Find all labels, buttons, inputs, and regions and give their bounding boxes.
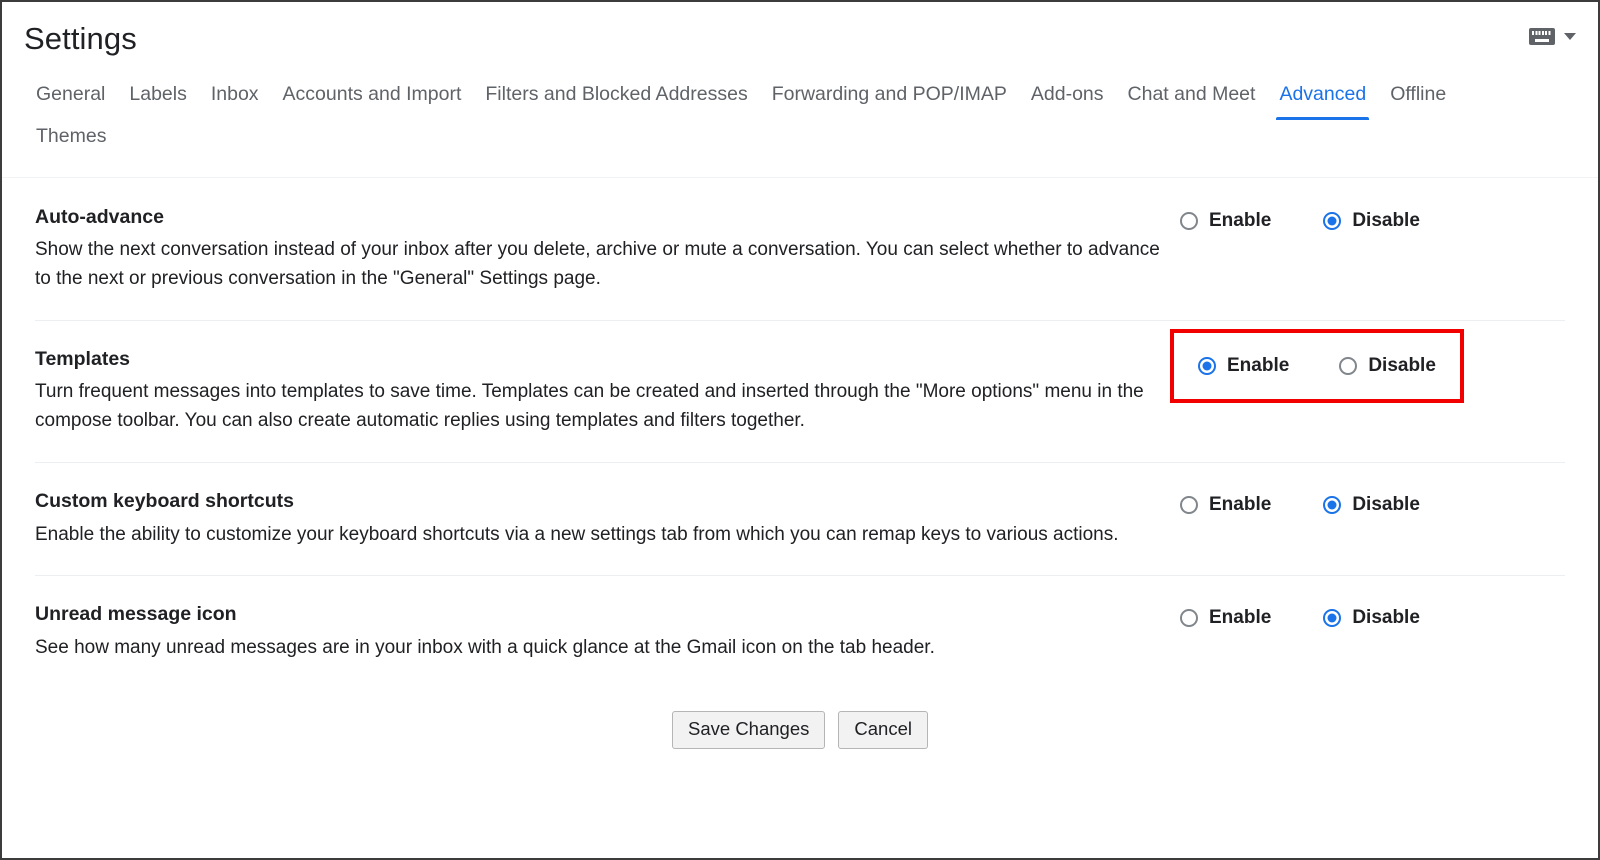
chevron-down-icon[interactable] [1564, 33, 1576, 40]
radio-templates-disable[interactable]: Disable [1339, 355, 1436, 377]
setting-description-templates: Turn frequent messages into templates to… [35, 381, 1144, 432]
settings-window: Settings General Labels Inbox Accounts and … [0, 0, 1600, 860]
radio-group-custom-keyboard-shortcuts: Enable Disable [1180, 489, 1420, 516]
setting-title-unread-message-icon: Unread message icon [35, 603, 237, 626]
setting-text-auto-advance: Auto-advance Show the next conversation i… [35, 205, 1170, 294]
radio-button-icon[interactable] [1180, 496, 1198, 515]
radio-unread-message-icon-disable[interactable]: Disable [1323, 607, 1420, 629]
page-title: Settings [24, 21, 137, 56]
setting-text-unread-message-icon: Unread message icon See how many unread m… [35, 602, 1170, 662]
radio-label: Enable [1209, 494, 1272, 516]
page-header: Settings [2, 2, 1598, 57]
radio-label: Enable [1227, 355, 1290, 377]
setting-row-unread-message-icon: Unread message icon See how many unread m… [35, 575, 1565, 688]
setting-title-templates: Templates [35, 348, 131, 371]
settings-list: Auto-advance Show the next conversation i… [2, 178, 1598, 689]
tab-themes[interactable]: Themes [24, 116, 118, 161]
settings-tab-bar-row2: Themes [2, 116, 1598, 161]
setting-description-auto-advance: Show the next conversation instead of yo… [35, 239, 1160, 290]
radio-custom-keyboard-shortcuts-disable[interactable]: Disable [1323, 494, 1420, 516]
cancel-button[interactable]: Cancel [838, 710, 928, 749]
tab-labels[interactable]: Labels [117, 74, 198, 119]
radio-label: Enable [1209, 607, 1272, 629]
tab-add-ons[interactable]: Add-ons [1019, 74, 1116, 119]
save-changes-button[interactable]: Save Changes [672, 710, 826, 749]
setting-title-custom-keyboard-shortcuts: Custom keyboard shortcuts [35, 490, 294, 513]
radio-button-icon[interactable] [1323, 496, 1342, 515]
radio-label: Disable [1368, 355, 1436, 377]
keyboard-icon[interactable] [1529, 28, 1555, 45]
header-right-controls [1529, 28, 1576, 45]
settings-tab-bar: General Labels Inbox Accounts and Import Fil… [2, 74, 1598, 120]
radio-button-icon[interactable] [1180, 211, 1198, 230]
radio-button-icon[interactable] [1198, 357, 1216, 376]
tab-advanced[interactable]: Advanced [1267, 74, 1378, 120]
radio-label: Enable [1209, 209, 1272, 231]
tab-offline[interactable]: Offline [1378, 74, 1458, 119]
tab-inbox[interactable]: Inbox [199, 74, 271, 119]
setting-row-custom-keyboard-shortcuts: Custom keyboard shortcuts Enable the abil… [35, 462, 1565, 575]
radio-button-icon[interactable] [1180, 609, 1198, 628]
radio-group-templates: Enable Disable [1170, 329, 1464, 404]
radio-unread-message-icon-enable[interactable]: Enable [1180, 607, 1271, 629]
setting-row-auto-advance: Auto-advance Show the next conversation i… [35, 178, 1565, 320]
setting-title-auto-advance: Auto-advance [35, 205, 164, 228]
tab-forwarding-and-pop-imap[interactable]: Forwarding and POP/IMAP [760, 74, 1019, 119]
tab-general[interactable]: General [24, 74, 117, 119]
footer-actions: Save Changes Cancel [2, 689, 1598, 749]
radio-label: Disable [1352, 607, 1420, 629]
radio-group-auto-advance: Enable Disable [1180, 205, 1420, 232]
tab-filters-and-blocked-addresses[interactable]: Filters and Blocked Addresses [473, 74, 759, 119]
radio-button-icon[interactable] [1339, 357, 1358, 376]
radio-custom-keyboard-shortcuts-enable[interactable]: Enable [1180, 494, 1271, 516]
radio-label: Disable [1352, 209, 1420, 231]
setting-description-unread-message-icon: See how many unread messages are in your… [35, 636, 935, 658]
radio-group-unread-message-icon: Enable Disable [1180, 602, 1420, 629]
radio-auto-advance-disable[interactable]: Disable [1323, 210, 1420, 232]
radio-label: Disable [1352, 494, 1420, 516]
setting-text-templates: Templates Turn frequent messages into tem… [35, 347, 1170, 436]
radio-button-icon[interactable] [1323, 609, 1342, 628]
radio-auto-advance-enable[interactable]: Enable [1180, 210, 1271, 232]
tab-chat-and-meet[interactable]: Chat and Meet [1116, 74, 1268, 119]
setting-row-templates: Templates Turn frequent messages into tem… [35, 320, 1565, 462]
radio-button-icon[interactable] [1323, 211, 1342, 230]
setting-text-custom-keyboard-shortcuts: Custom keyboard shortcuts Enable the abil… [35, 489, 1170, 549]
setting-description-custom-keyboard-shortcuts: Enable the ability to customize your key… [35, 523, 1119, 545]
radio-templates-enable[interactable]: Enable [1198, 355, 1289, 377]
tab-accounts-and-import[interactable]: Accounts and Import [271, 74, 474, 119]
